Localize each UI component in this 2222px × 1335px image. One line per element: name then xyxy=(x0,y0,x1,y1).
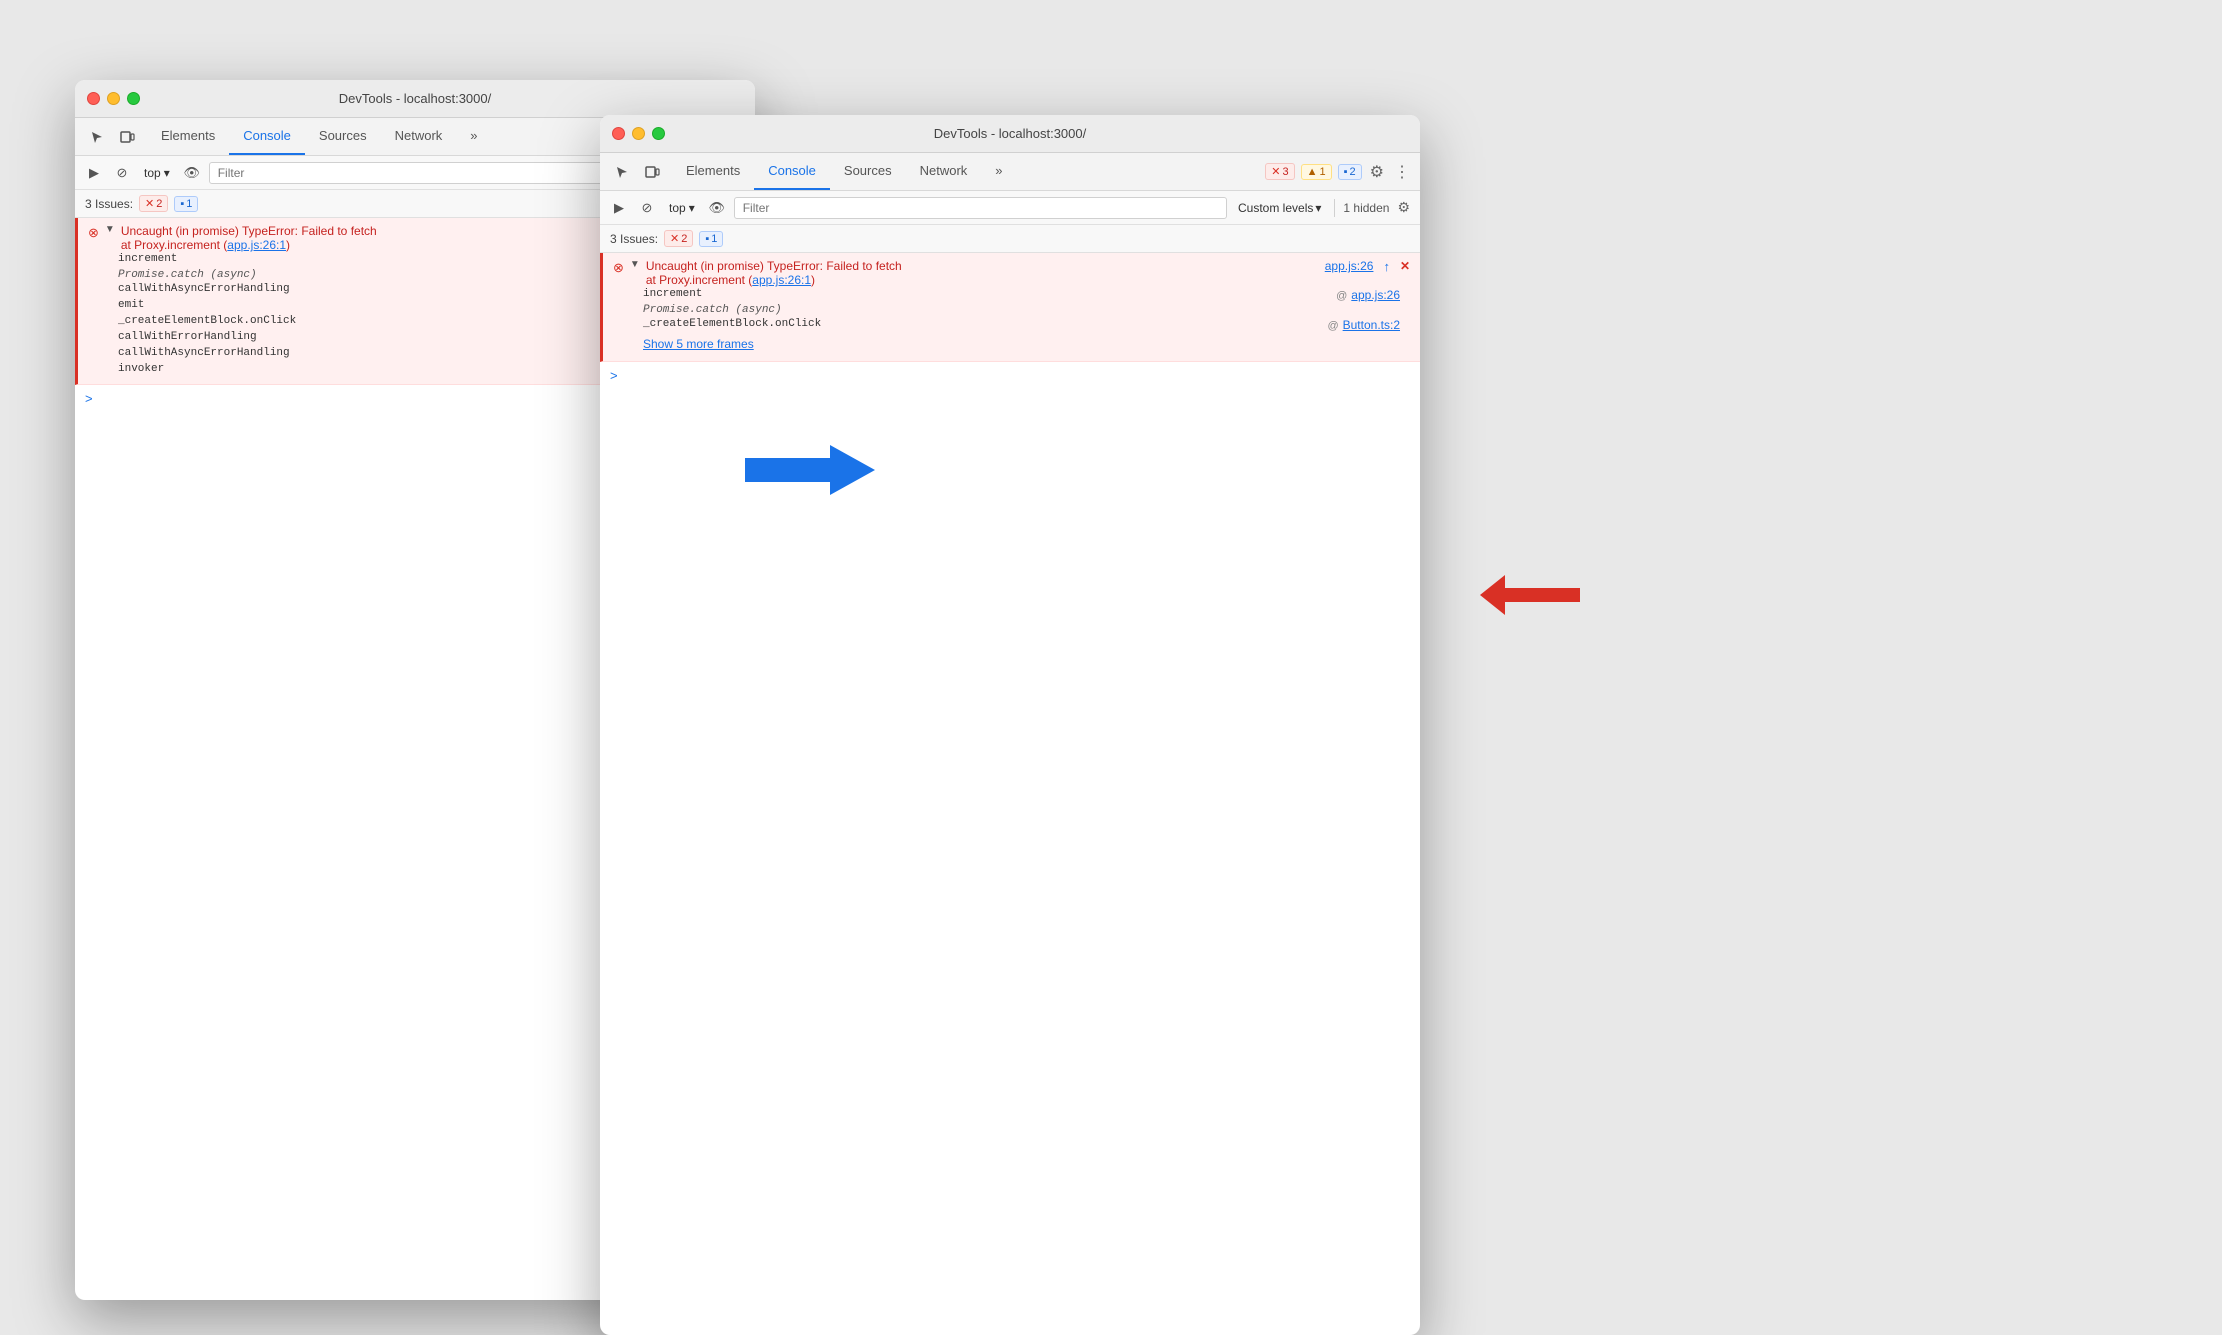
error-link-proxy-front[interactable]: app.js:26:1 xyxy=(752,273,811,287)
issues-error-badge-back[interactable]: ✕ 2 xyxy=(139,195,168,212)
expand-arrow-front[interactable]: ▼ xyxy=(630,259,640,270)
stack-row-2-front: _createElementBlock.onClick @Button.ts:2 xyxy=(613,317,1410,333)
issues-error-icon: ✕ xyxy=(145,197,154,210)
console-prompt-front: > xyxy=(600,362,1420,389)
tab-bar-front: Elements Console Sources Network » ✕ 3 ▲ xyxy=(600,153,1420,191)
block-btn-front[interactable]: ⊘ xyxy=(636,197,658,219)
tab-network-front[interactable]: Network xyxy=(906,153,982,190)
chevron-down-icon-front: ▾ xyxy=(689,201,695,215)
error-header-front: ⊗ ▼ Uncaught (in promise) TypeError: Fai… xyxy=(613,259,1410,287)
tab-sources-back[interactable]: Sources xyxy=(305,118,381,155)
minimize-button-back[interactable] xyxy=(107,92,120,105)
maximize-button-back[interactable] xyxy=(127,92,140,105)
cursor-icon[interactable] xyxy=(83,123,111,151)
error-circle-icon-front: ⊗ xyxy=(613,260,624,276)
warning-badge-front[interactable]: ▲ 1 xyxy=(1301,164,1332,180)
device-icon[interactable] xyxy=(113,123,141,151)
block-btn-back[interactable]: ⊘ xyxy=(111,162,133,184)
stack-row-0-front: increment @app.js:26 xyxy=(613,287,1410,303)
blue-arrow-container xyxy=(745,440,875,500)
settings-icon-front[interactable]: ⚙ xyxy=(1368,160,1386,184)
stack-link-2-front[interactable]: Button.ts:2 xyxy=(1343,318,1400,332)
red-left-arrow xyxy=(1480,570,1580,620)
blue-right-arrow xyxy=(745,440,875,500)
console-toolbar-front: ▶ ⊘ top ▾ 👁 Custom levels ▾ 1 hidden ⚙ xyxy=(600,191,1420,225)
context-dropdown-front[interactable]: top ▾ xyxy=(664,199,700,217)
issues-info-icon: ▪ xyxy=(180,198,184,210)
console-settings-icon-front[interactable]: ⚙ xyxy=(1395,197,1412,218)
tab-elements-front[interactable]: Elements xyxy=(672,153,754,190)
maximize-button-front[interactable] xyxy=(652,127,665,140)
tab-list-front: Elements Console Sources Network » xyxy=(672,153,1017,190)
prompt-arrow-back: > xyxy=(85,391,93,406)
issues-info-badge-front[interactable]: ▪ 1 xyxy=(699,231,723,247)
tab-elements-back[interactable]: Elements xyxy=(147,118,229,155)
titlebar-back: DevTools - localhost:3000/ xyxy=(75,80,755,118)
filter-input-front[interactable] xyxy=(734,197,1227,219)
error-x-icon-front: ✕ xyxy=(1271,165,1280,178)
context-dropdown-back[interactable]: top ▾ xyxy=(139,164,175,182)
tab-console-front[interactable]: Console xyxy=(754,153,830,190)
titlebar-front: DevTools - localhost:3000/ xyxy=(600,115,1420,153)
red-arrow-container xyxy=(1480,570,1580,625)
info-square-icon-front: ▪ xyxy=(1344,166,1348,178)
issues-error-badge-front[interactable]: ✕ 2 xyxy=(664,230,693,247)
error-link-proxy-back[interactable]: app.js:26:1 xyxy=(227,238,286,252)
execute-btn-back[interactable]: ▶ xyxy=(83,162,105,184)
issues-error-icon-front: ✕ xyxy=(670,232,679,245)
error-badge-front[interactable]: ✕ 3 xyxy=(1265,163,1294,180)
hidden-count-front: 1 hidden xyxy=(1343,201,1389,215)
devtools-window-front: DevTools - localhost:3000/ Elements Cons… xyxy=(600,115,1420,1335)
custom-levels-btn-front[interactable]: Custom levels ▾ xyxy=(1233,199,1326,217)
issues-info-icon-front: ▪ xyxy=(705,233,709,245)
error-file-link-front[interactable]: app.js:26 xyxy=(1325,259,1374,273)
eye-btn-back[interactable]: 👁 xyxy=(181,162,203,184)
window-title-back: DevTools - localhost:3000/ xyxy=(339,91,491,106)
tab-more-front[interactable]: » xyxy=(981,153,1016,190)
separator-front xyxy=(1334,199,1335,217)
issues-info-badge-back[interactable]: ▪ 1 xyxy=(174,196,198,212)
stack-row-1-front: Promise.catch (async) xyxy=(613,303,1410,317)
chevron-down-icon-custom: ▾ xyxy=(1315,201,1321,215)
warning-triangle-icon-front: ▲ xyxy=(1307,166,1318,178)
stack-link-0-front[interactable]: app.js:26 xyxy=(1351,288,1400,302)
cursor-icon-front[interactable] xyxy=(608,158,636,186)
prompt-arrow-front: > xyxy=(610,368,618,383)
close-button-back[interactable] xyxy=(87,92,100,105)
tab-list-back: Elements Console Sources Network » xyxy=(147,118,492,155)
close-button-front[interactable] xyxy=(612,127,625,140)
traffic-lights-back xyxy=(87,92,140,105)
error-msg-line2-front: at Proxy.increment (app.js:26:1) xyxy=(646,273,1319,287)
traffic-lights-front xyxy=(612,127,665,140)
show-more-link-front[interactable]: Show 5 more frames xyxy=(613,333,1410,355)
window-title-front: DevTools - localhost:3000/ xyxy=(934,126,1086,141)
toolbar-right-front: ✕ 3 ▲ 1 ▪ 2 ⚙ ⋮ xyxy=(1265,160,1412,184)
info-badge-front[interactable]: ▪ 2 xyxy=(1338,164,1362,180)
upload-icon-front[interactable]: ↑ xyxy=(1383,259,1390,274)
tab-network-back[interactable]: Network xyxy=(381,118,457,155)
execute-btn-front[interactable]: ▶ xyxy=(608,197,630,219)
tab-console-back[interactable]: Console xyxy=(229,118,305,155)
minimize-button-front[interactable] xyxy=(632,127,645,140)
chevron-down-icon-back: ▾ xyxy=(164,166,170,180)
tab-more-back[interactable]: » xyxy=(456,118,491,155)
more-icon-front[interactable]: ⋮ xyxy=(1392,160,1412,184)
error-msg-line1-front: Uncaught (in promise) TypeError: Failed … xyxy=(646,259,1319,273)
close-error-icon-front[interactable]: ✕ xyxy=(1400,259,1410,273)
expand-arrow-back[interactable]: ▼ xyxy=(105,224,115,235)
issues-bar-front: 3 Issues: ✕ 2 ▪ 1 xyxy=(600,225,1420,253)
device-icon-front[interactable] xyxy=(638,158,666,186)
error-row-front: ⊗ ▼ Uncaught (in promise) TypeError: Fai… xyxy=(600,253,1420,362)
console-content-front: ⊗ ▼ Uncaught (in promise) TypeError: Fai… xyxy=(600,253,1420,1335)
tab-sources-front[interactable]: Sources xyxy=(830,153,906,190)
error-circle-icon-back: ⊗ xyxy=(88,225,99,241)
eye-btn-front[interactable]: 👁 xyxy=(706,197,728,219)
